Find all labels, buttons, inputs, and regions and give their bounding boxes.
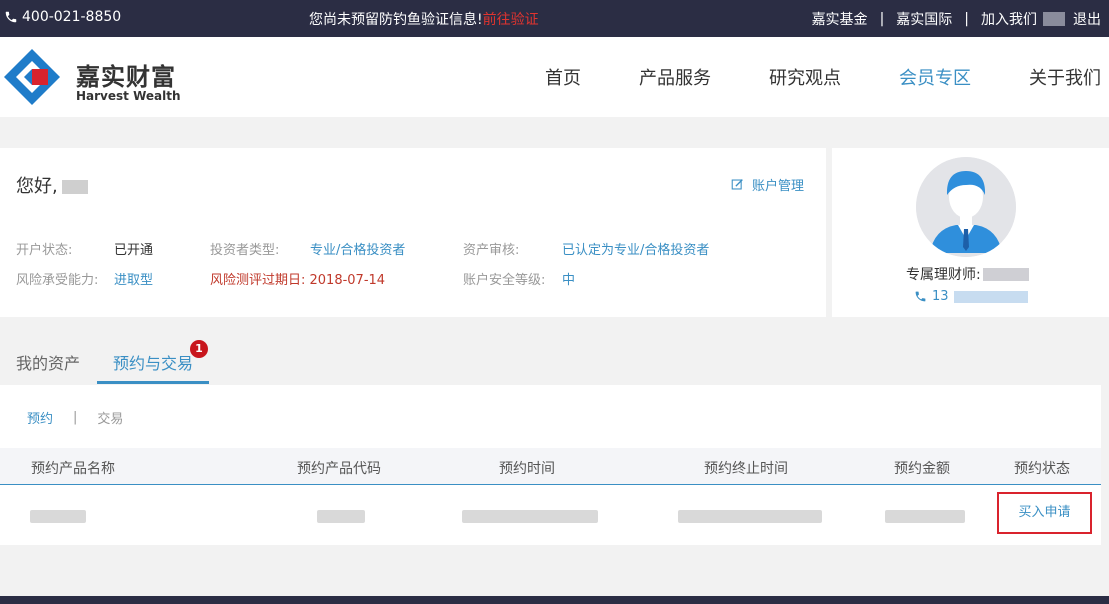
end-time-redacted <box>678 510 822 523</box>
edit-icon <box>731 179 743 190</box>
asset-tabs: 我的资产 预约与交易 1 <box>0 333 1109 385</box>
buy-request-status[interactable]: 买入申请 <box>997 492 1092 534</box>
open-status-value: 已开通 <box>114 243 154 258</box>
person-icon <box>916 157 1016 257</box>
verify-link[interactable]: 前往验证 <box>483 12 539 28</box>
nav-members[interactable]: 会员专区 <box>899 64 971 90</box>
logo-text-en: Harvest Wealth <box>76 89 181 103</box>
main-nav: 首页 产品服务 研究观点 会员专区 关于我们 <box>487 64 1101 90</box>
subtab-trading[interactable]: 交易 <box>97 408 123 427</box>
col-booking-time: 预约时间 <box>499 461 555 477</box>
investor-type-label: 投资者类型: <box>210 243 280 258</box>
link-harvest-fund[interactable]: 嘉实基金 <box>812 9 868 29</box>
investor-type-value: 专业/合格投资者 <box>310 243 406 258</box>
hotline: 400-021-8850 <box>4 9 121 25</box>
footer-bar <box>0 596 1109 604</box>
greeting-text: 您好, <box>16 176 58 197</box>
booking-subtabs: 预约 | 交易 <box>27 408 123 427</box>
advisor-name: 专属理财师: <box>906 264 1029 284</box>
security-level-label: 账户安全等级: <box>463 273 546 288</box>
nav-research[interactable]: 研究观点 <box>769 64 841 90</box>
asset-review-label: 资产审核: <box>463 243 520 258</box>
advisor-card: 专属理财师: 13 <box>832 148 1109 317</box>
logo[interactable]: 嘉实财富 Harvest Wealth <box>2 47 182 107</box>
nav-about[interactable]: 关于我们 <box>1029 64 1101 90</box>
advisor-phone-redacted <box>953 290 1028 303</box>
account-manage-label: 账户管理 <box>752 179 805 194</box>
top-bar: 400-021-8850 您尚未预留防钓鱼验证信息!前往验证 嘉实基金 | 嘉实… <box>0 0 1109 37</box>
subtab-separator: | <box>73 410 78 425</box>
harvest-logo-icon <box>4 49 60 105</box>
advisor-phone-prefix: 13 <box>932 289 949 304</box>
verify-notice: 您尚未预留防钓鱼验证信息!前往验证 <box>309 9 539 29</box>
tab-booking-trading[interactable]: 预约与交易 <box>113 350 193 374</box>
phone-icon <box>5 11 17 23</box>
advisor-name-redacted <box>982 267 1029 281</box>
table-header: 预约产品名称 预约产品代码 预约时间 预约终止时间 预约金额 预约状态 <box>0 448 1101 485</box>
nav-products[interactable]: 产品服务 <box>639 64 711 90</box>
table-row <box>0 486 1101 544</box>
amount-redacted <box>885 510 965 523</box>
advisor-label: 专属理财师: <box>906 267 981 283</box>
active-tab-underline <box>97 381 209 384</box>
tab-my-assets[interactable]: 我的资产 <box>16 350 80 374</box>
booking-panel: 预约 | 交易 预约产品名称 预约产品代码 预约时间 预约终止时间 预约金额 预… <box>0 385 1101 545</box>
asset-review-value: 已认定为专业/合格投资者 <box>562 243 710 258</box>
risk-value[interactable]: 进取型 <box>114 269 153 288</box>
link-join-us[interactable]: 加入我们 <box>981 9 1037 29</box>
risk-expire-date: 风险测评过期日: 2018-07-14 <box>210 273 386 288</box>
hotline-number: 400-021-8850 <box>22 9 122 25</box>
notification-badge: 1 <box>190 340 208 358</box>
phone-icon <box>915 291 926 302</box>
advisor-avatar <box>916 157 1016 257</box>
link-harvest-intl[interactable]: 嘉实国际 <box>896 9 952 29</box>
risk-label: 风险承受能力: <box>16 273 99 288</box>
notice-text: 您尚未预留防钓鱼验证信息! <box>309 12 483 28</box>
separator: | <box>879 11 885 27</box>
subtab-booking[interactable]: 预约 <box>27 408 53 427</box>
col-status: 预约状态 <box>1014 461 1070 477</box>
col-product-name: 预约产品名称 <box>31 461 115 477</box>
nav-home[interactable]: 首页 <box>545 64 581 90</box>
product-code-redacted <box>317 510 365 523</box>
account-card: 您好, 账户管理 开户状态: 已开通 投资者类型: 专业/合格投资者 资产审核:… <box>0 148 826 317</box>
col-amount: 预约金额 <box>894 461 950 477</box>
username-redacted <box>1043 12 1065 26</box>
main-header: 嘉实财富 Harvest Wealth 首页 产品服务 研究观点 会员专区 关于… <box>0 37 1109 117</box>
product-name-redacted <box>30 510 86 523</box>
separator: | <box>964 11 969 27</box>
top-links: 嘉实基金 | 嘉实国际 | 加入我们 退出 <box>812 9 1101 29</box>
open-status-label: 开户状态: <box>16 243 73 258</box>
security-level-value[interactable]: 中 <box>562 269 575 288</box>
user-name-redacted <box>61 180 88 194</box>
advisor-phone[interactable]: 13 <box>914 289 1028 304</box>
greeting: 您好, <box>16 172 88 198</box>
account-manage-link[interactable]: 账户管理 <box>731 175 804 194</box>
link-logout[interactable]: 退出 <box>1073 9 1101 29</box>
booking-time-redacted <box>462 510 598 523</box>
col-end-time: 预约终止时间 <box>704 461 788 477</box>
logo-text-cn: 嘉实财富 <box>76 63 176 91</box>
col-product-code: 预约产品代码 <box>297 461 381 477</box>
